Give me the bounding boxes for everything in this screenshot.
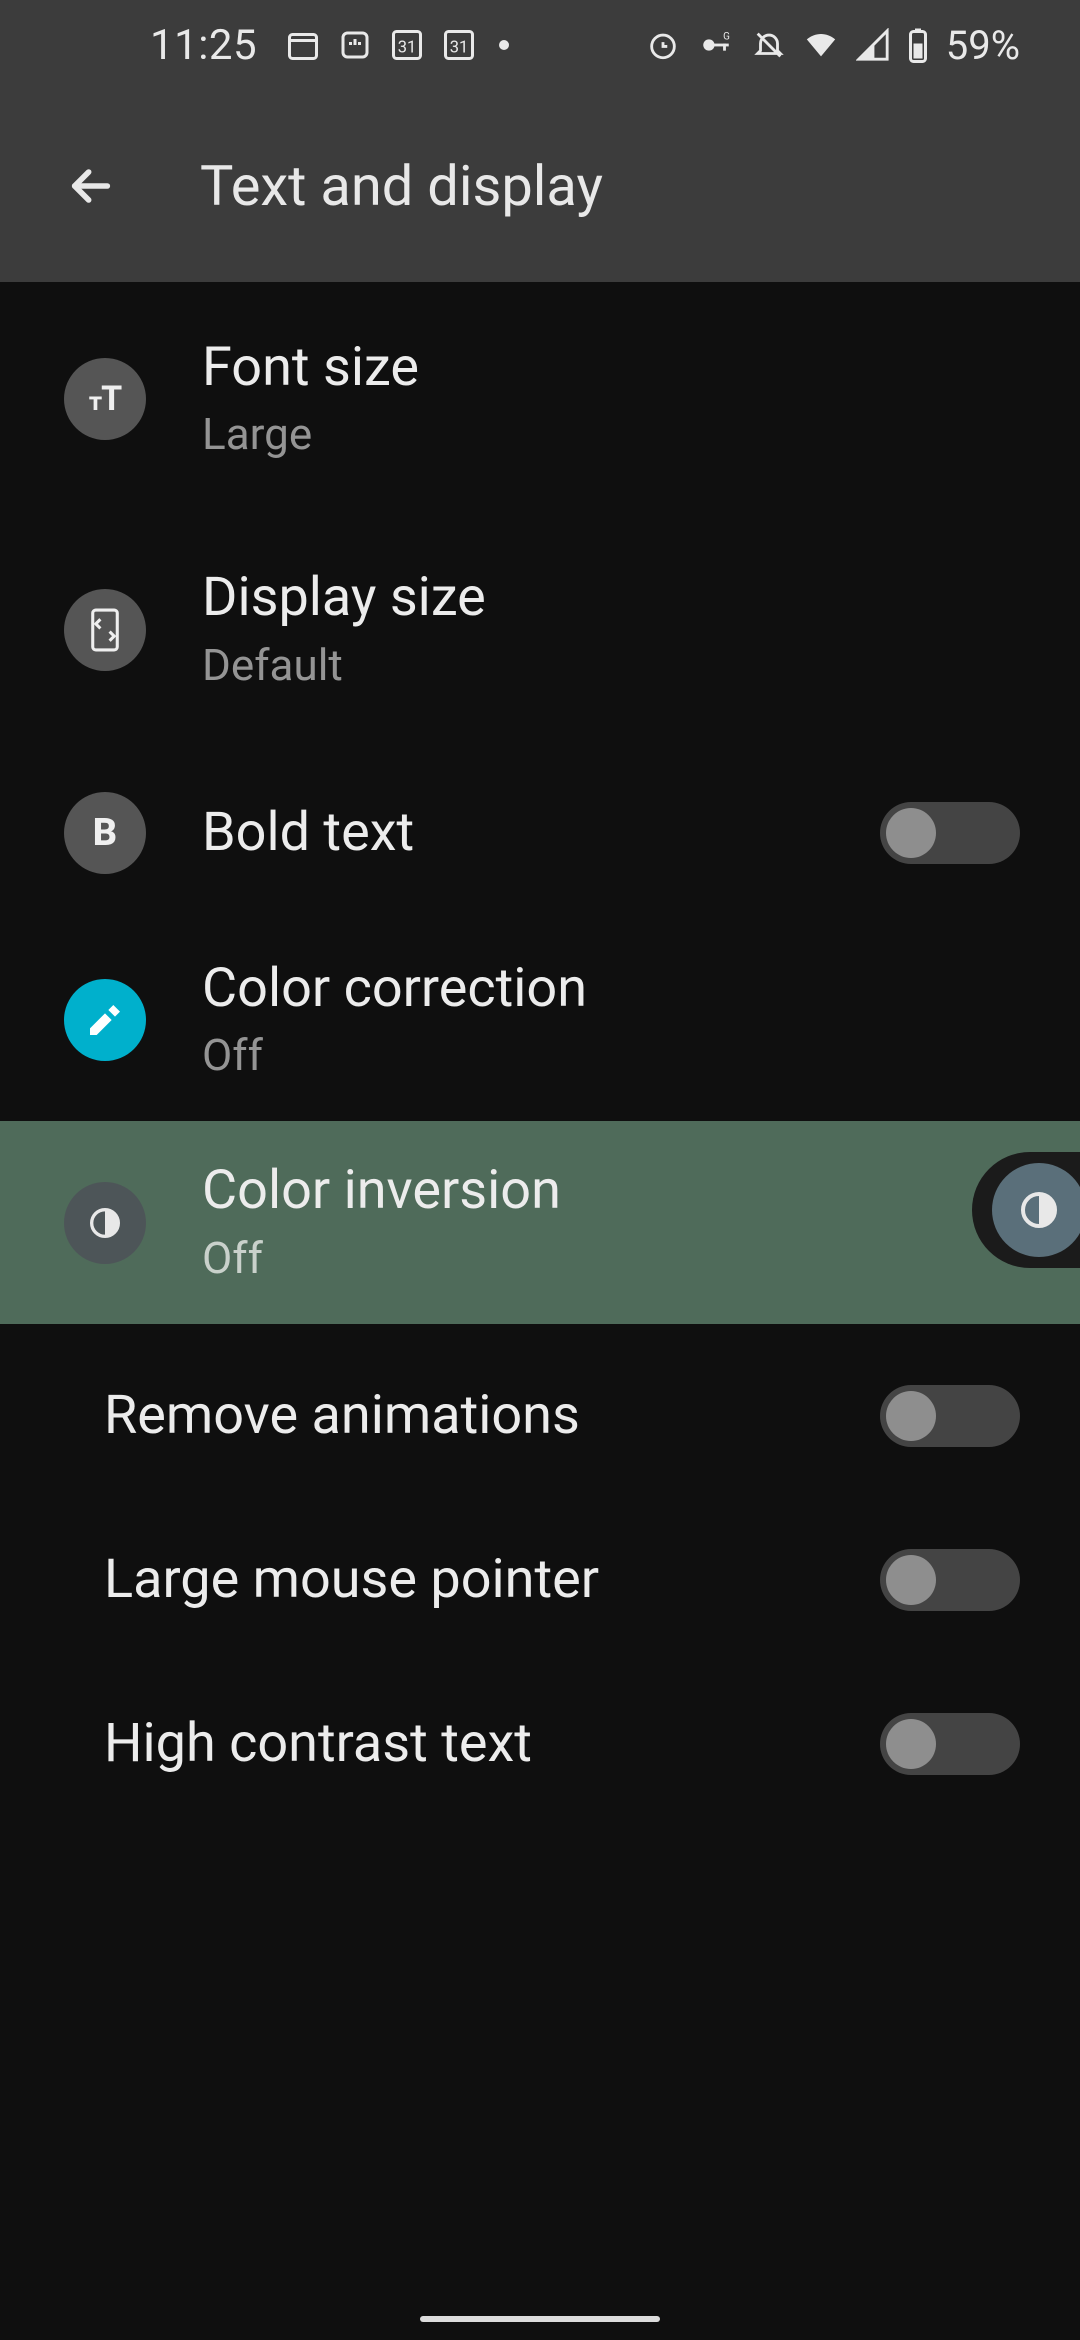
- wifi-icon: [802, 28, 840, 62]
- bold-icon: B: [64, 792, 146, 874]
- clock: 11:25: [150, 21, 257, 70]
- item-high-contrast-text[interactable]: High contrast text: [0, 1662, 1080, 1826]
- settings-list: тT Font size Large Display size Default …: [0, 282, 1080, 2340]
- page-title: Text and display: [200, 153, 603, 219]
- item-title: Font size: [202, 338, 1032, 398]
- arrow-left-icon: [63, 158, 119, 214]
- app-bar: Text and display: [0, 90, 1080, 282]
- invert-colors-icon: [1015, 1186, 1063, 1234]
- remove-animations-toggle[interactable]: [880, 1385, 1020, 1447]
- item-subtitle: Large: [202, 408, 1032, 460]
- status-left: 11:25 31 31: [150, 21, 515, 70]
- item-title: Display size: [202, 568, 1032, 628]
- font-size-icon: тT: [64, 358, 146, 440]
- invert-colors-icon: [64, 1182, 146, 1264]
- high-contrast-text-toggle[interactable]: [880, 1713, 1020, 1775]
- item-subtitle: Default: [202, 639, 1032, 691]
- back-button[interactable]: [48, 143, 134, 229]
- item-font-size[interactable]: тT Font size Large: [0, 282, 1080, 500]
- item-title: Remove animations: [104, 1386, 880, 1446]
- overflow-dot-icon: [499, 40, 509, 50]
- touch-icon: [337, 27, 373, 63]
- eyedropper-icon: [64, 979, 146, 1061]
- accessibility-shortcut-bubble[interactable]: [972, 1152, 1080, 1268]
- status-bar: 11:25 31 31 G 59%: [0, 0, 1080, 90]
- item-color-inversion[interactable]: Color inversion Off: [0, 1121, 1080, 1323]
- battery-percent: 59%: [946, 22, 1020, 69]
- vpn-key-icon: G: [696, 28, 736, 62]
- dnd-off-icon: [752, 28, 786, 62]
- item-subtitle: Off: [202, 1232, 1032, 1284]
- item-remove-animations[interactable]: Remove animations: [0, 1334, 1080, 1498]
- signal-icon: [856, 28, 890, 62]
- item-subtitle: Off: [202, 1029, 1032, 1081]
- item-color-correction[interactable]: Color correction Off: [0, 919, 1080, 1121]
- svg-text:31: 31: [398, 39, 417, 58]
- item-title: Color inversion: [202, 1161, 1032, 1221]
- display-size-icon: [64, 589, 146, 671]
- home-indicator[interactable]: [420, 2316, 660, 2322]
- status-right: G 59%: [646, 22, 1020, 69]
- date-31a-icon: 31: [389, 27, 425, 63]
- date-31b-icon: 31: [441, 27, 477, 63]
- item-title: Color correction: [202, 959, 1032, 1019]
- item-large-mouse-pointer[interactable]: Large mouse pointer: [0, 1498, 1080, 1662]
- bold-text-toggle[interactable]: [880, 802, 1020, 864]
- add-alarm-icon: [646, 28, 680, 62]
- calendar-today-icon: [285, 27, 321, 63]
- svg-text:G: G: [723, 31, 730, 42]
- item-title: Bold text: [202, 803, 880, 863]
- item-title: High contrast text: [104, 1714, 880, 1774]
- item-bold-text[interactable]: B Bold text: [0, 751, 1080, 915]
- svg-text:31: 31: [450, 39, 469, 58]
- item-display-size[interactable]: Display size Default: [0, 528, 1080, 730]
- large-mouse-pointer-toggle[interactable]: [880, 1549, 1020, 1611]
- battery-icon: [906, 27, 930, 63]
- item-title: Large mouse pointer: [104, 1550, 880, 1610]
